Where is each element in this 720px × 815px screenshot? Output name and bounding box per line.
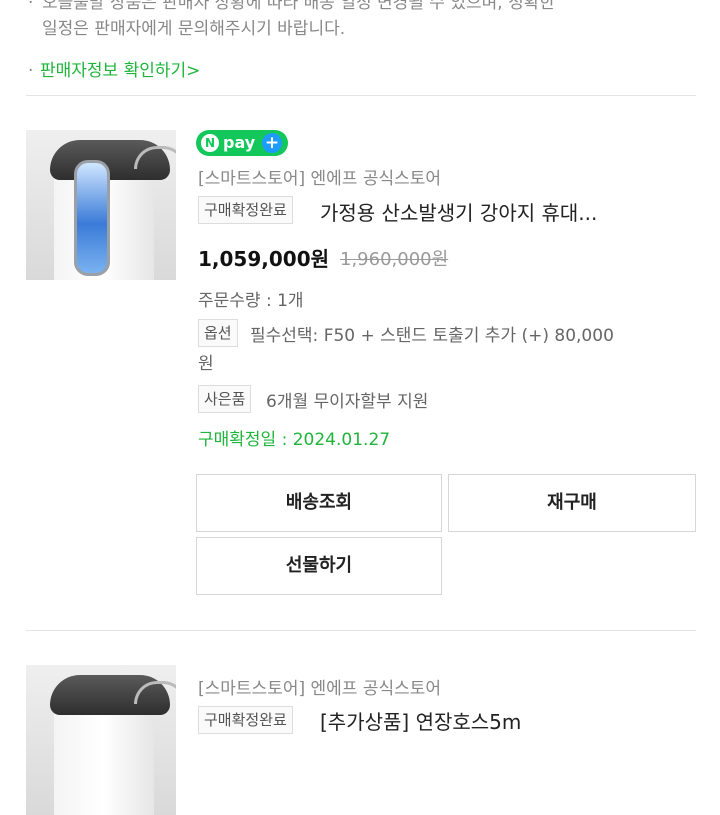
plus-icon: + <box>262 133 282 153</box>
sale-price: 1,059,000원 <box>198 247 330 271</box>
section-divider <box>26 95 696 96</box>
product-name[interactable]: 가정용 산소발생기 강아지 휴대... <box>320 197 597 226</box>
product-thumbnail[interactable] <box>26 130 176 280</box>
option-tag: 옵션 <box>198 319 238 347</box>
option-text-cont: 원 <box>198 354 214 374</box>
notice-line-2: 일정은 판매자에게 문의해주시기 바랍니다. <box>42 19 346 39</box>
chevron-right-icon: > <box>186 61 201 81</box>
rebuy-button[interactable]: 재구매 <box>448 474 696 532</box>
send-gift-button[interactable]: 선물하기 <box>196 537 442 595</box>
track-delivery-button[interactable]: 배송조회 <box>196 474 442 532</box>
store-name-2[interactable]: [스마트스토어] 엔에프 공식스토어 <box>198 674 441 699</box>
notice-line-1: · 오늘출발 상품은 판매자 상황에 따라 배송 일정 변경될 수 있으며, 정확… <box>28 0 556 13</box>
product-name-2[interactable]: [추가상품] 연장호스5m <box>320 706 521 735</box>
original-price: 1,960,000원 <box>340 249 449 270</box>
store-name[interactable]: [스마트스토어] 엔에프 공식스토어 <box>198 164 441 189</box>
order-divider <box>26 630 696 631</box>
water-tube <box>74 160 110 276</box>
status-tag-2: 구매확정완료 <box>198 706 293 734</box>
delivery-notice: · 오늘출발 상품은 판매자 상황에 따라 배송 일정 변경될 수 있으며, 정확… <box>28 0 698 42</box>
gift-text: 6개월 무이자할부 지원 <box>266 392 429 412</box>
npay-n-icon: N <box>201 134 219 152</box>
seller-info-link-label: 판매자정보 확인하기 <box>40 61 187 81</box>
status-tag: 구매확정완료 <box>198 196 293 224</box>
gift-tag: 사은품 <box>198 385 252 413</box>
seller-info-link[interactable]: · 판매자정보 확인하기> <box>28 56 200 81</box>
order-quantity: 주문수량 : 1개 <box>198 291 304 311</box>
purchase-confirm-date: 구매확정일 : 2024.01.27 <box>198 430 391 450</box>
option-text: 필수선택: F50 + 스탠드 토출기 추가 (+) 80,000 <box>250 326 614 346</box>
npay-plus-badge: N pay + <box>196 130 288 156</box>
product-thumbnail-2[interactable] <box>26 665 176 815</box>
npay-label: pay <box>223 133 256 152</box>
